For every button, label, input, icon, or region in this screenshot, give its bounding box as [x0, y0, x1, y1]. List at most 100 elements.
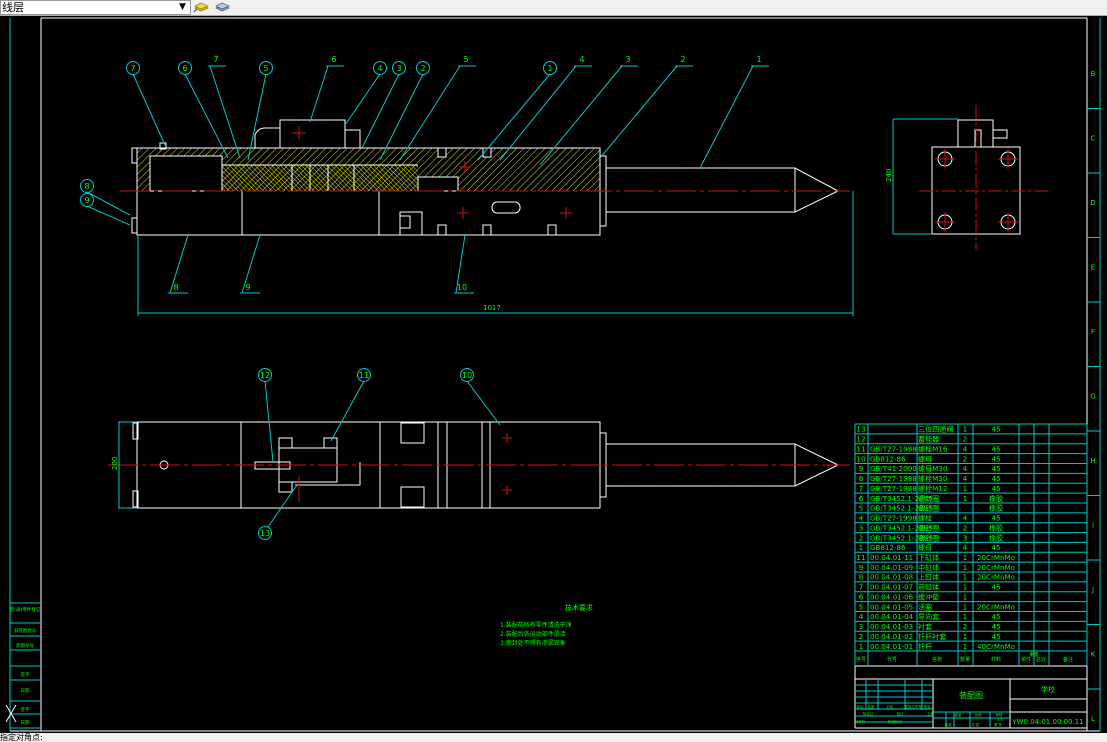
- bom-row: 9 00.04.01-09 中缸体 1 20CrMnMo: [859, 563, 1015, 572]
- zone-label: J: [1091, 586, 1094, 594]
- title-block-cell: 第 张: [994, 722, 1003, 727]
- tech-req-title: 技术要求: [565, 603, 593, 612]
- part-label: 6: [331, 55, 336, 64]
- bom-code: 00.04.01-07: [870, 583, 913, 592]
- bom-code: 00.04.01-03: [870, 622, 913, 631]
- leader-line: [267, 484, 298, 528]
- bom-qty: 2: [963, 454, 968, 463]
- balloon-number: 1: [547, 64, 552, 73]
- left-column-label: 底图总号: [16, 642, 34, 649]
- balloon-number: 2: [420, 64, 425, 73]
- zone-label: L: [1091, 715, 1095, 723]
- leader-line: [344, 73, 381, 126]
- bom-header: 备注: [1063, 656, 1073, 663]
- bom-no: 2: [859, 533, 864, 542]
- title-block-cell: 处数: [868, 704, 876, 709]
- side-height-dimension: 240: [885, 169, 893, 182]
- bom-header: 数量: [960, 656, 970, 663]
- bom-name: 前缸体: [918, 583, 939, 592]
- bom-material: 45: [991, 444, 1000, 453]
- leader-line: [247, 73, 267, 161]
- bom-code: 00.04.01-05: [870, 602, 913, 611]
- bom-name: 钎杆: [918, 642, 932, 651]
- left-column-label: 日期: [21, 720, 30, 726]
- left-signature-column: 借(通)用件登记旧底图总号底图总号签字日期签字日期: [10, 602, 41, 729]
- bom-no: 4: [859, 514, 864, 523]
- balloon-number: 3: [396, 64, 401, 73]
- bom-name: 螺母: [918, 543, 932, 552]
- overall-length-dimension: 1017: [483, 304, 501, 312]
- bom-row: 11 GB/T27-1988 螺栓M16 4 45: [856, 444, 1000, 453]
- bom-row: 1 00.04.01-01 钎杆 1 40CrMnMo: [859, 642, 1015, 651]
- bom-qty: 1: [963, 612, 968, 621]
- part-label: 1: [756, 55, 761, 64]
- bom-material: 45: [991, 464, 1000, 473]
- leader-line: [379, 73, 424, 161]
- leader-line: [399, 65, 461, 161]
- bom-qty: 4: [963, 474, 968, 483]
- balloon-number: 6: [182, 64, 187, 73]
- part-label: 4: [579, 55, 584, 64]
- drawing-number: YW0.04.01.00.00.11: [1011, 718, 1083, 726]
- bom-row: 7 00.04.01-07 前缸体 1 45: [859, 583, 1001, 592]
- bom-qty: 1: [963, 484, 968, 493]
- title-block-cell: 设计: [897, 711, 905, 716]
- tech-req-item: 2.装配后各运动部件灵活: [500, 630, 566, 638]
- left-column-label: 日期: [21, 688, 30, 694]
- part-label: 3: [625, 55, 630, 64]
- chevron-down-icon[interactable]: ▼: [179, 1, 186, 14]
- bom-row: 11 00.04.01-11 下缸体 1 20CrMnMo: [856, 553, 1015, 562]
- side-view: 240: [885, 105, 1051, 250]
- bom-material: 20CrMnMo: [977, 563, 1015, 572]
- bom-code: 00.04.01-09: [870, 563, 914, 572]
- balloon-number: 7: [130, 64, 135, 73]
- bom-qty: 4: [963, 543, 968, 552]
- bom-no: 7: [859, 583, 864, 592]
- bom-no: 3: [859, 622, 864, 631]
- balloon-number: 12: [260, 371, 270, 380]
- bom-row: 4 GB/T27-1998 螺栓 4 45: [859, 514, 1001, 523]
- bom-no: 12: [856, 435, 865, 444]
- bom-no: 7: [859, 484, 864, 493]
- zone-label: C: [1091, 135, 1096, 143]
- layer-state-icon[interactable]: [193, 1, 209, 13]
- leader-line: [361, 73, 400, 149]
- leader-line: [184, 73, 229, 159]
- tech-req-item: 1.装配前所有零件清洗干净: [500, 621, 572, 629]
- bom-material: 橡胶: [989, 523, 1003, 532]
- bom-qty: 1: [963, 494, 968, 503]
- bom-qty: 4: [963, 464, 968, 473]
- balloon-number: 9: [84, 196, 89, 205]
- bom-name: 螺栓M16: [918, 444, 948, 453]
- title-block: 装配图 学校 YW0.04.01.00.00.11 标记 处数 分区 更改文件号 签名年月日 设…: [854, 666, 1087, 729]
- balloon-number: 11: [359, 371, 369, 380]
- command-text: 指定对角点:: [0, 733, 43, 742]
- bom-no: 4: [859, 612, 864, 621]
- layer-manager-icon[interactable]: [214, 1, 230, 13]
- bom-name: 螺栓: [918, 514, 932, 523]
- bom-material: 橡胶: [989, 494, 1003, 503]
- command-line[interactable]: 指定对角点:: [0, 733, 1107, 742]
- bom-row: 6 00.04.01-06 缓冲垫 1: [859, 592, 968, 601]
- bom-name: 缓冲垫: [918, 592, 939, 601]
- bom-code: 00.04.01-08: [870, 573, 914, 582]
- layer-dropdown[interactable]: 线层 ▼: [0, 0, 191, 15]
- bom-code: 00.04.01-06: [870, 592, 914, 601]
- bom-name: 螺栓M12: [918, 484, 947, 493]
- balloon-number: 10: [462, 371, 472, 380]
- drawing-canvas[interactable]: BCDEFGHIJKL 借(通)用件登记旧底图总号底图总号签字日期签字日期 10…: [0, 16, 1107, 733]
- bom-qty: 4: [963, 444, 968, 453]
- bom-name: 导向套: [918, 612, 939, 621]
- bom-material: 20CrMnMo: [977, 573, 1015, 582]
- bom-row: 5 GB/T3452.1-2005密封圈 橡胶: [859, 504, 1003, 513]
- bom-qty: 1: [963, 573, 968, 582]
- leader-line: [477, 73, 551, 161]
- zone-label: E: [1091, 264, 1095, 272]
- title-block-cell: 工艺: [927, 711, 935, 716]
- bom-material: 45: [991, 632, 1000, 641]
- title-block-cell: 年月日: [863, 711, 874, 716]
- zone-label: B: [1091, 70, 1096, 78]
- bom-code: 00.04.01-11: [870, 553, 913, 562]
- bom-name: 螺母M30: [918, 464, 948, 473]
- bom-name: 密封圈: [918, 494, 939, 503]
